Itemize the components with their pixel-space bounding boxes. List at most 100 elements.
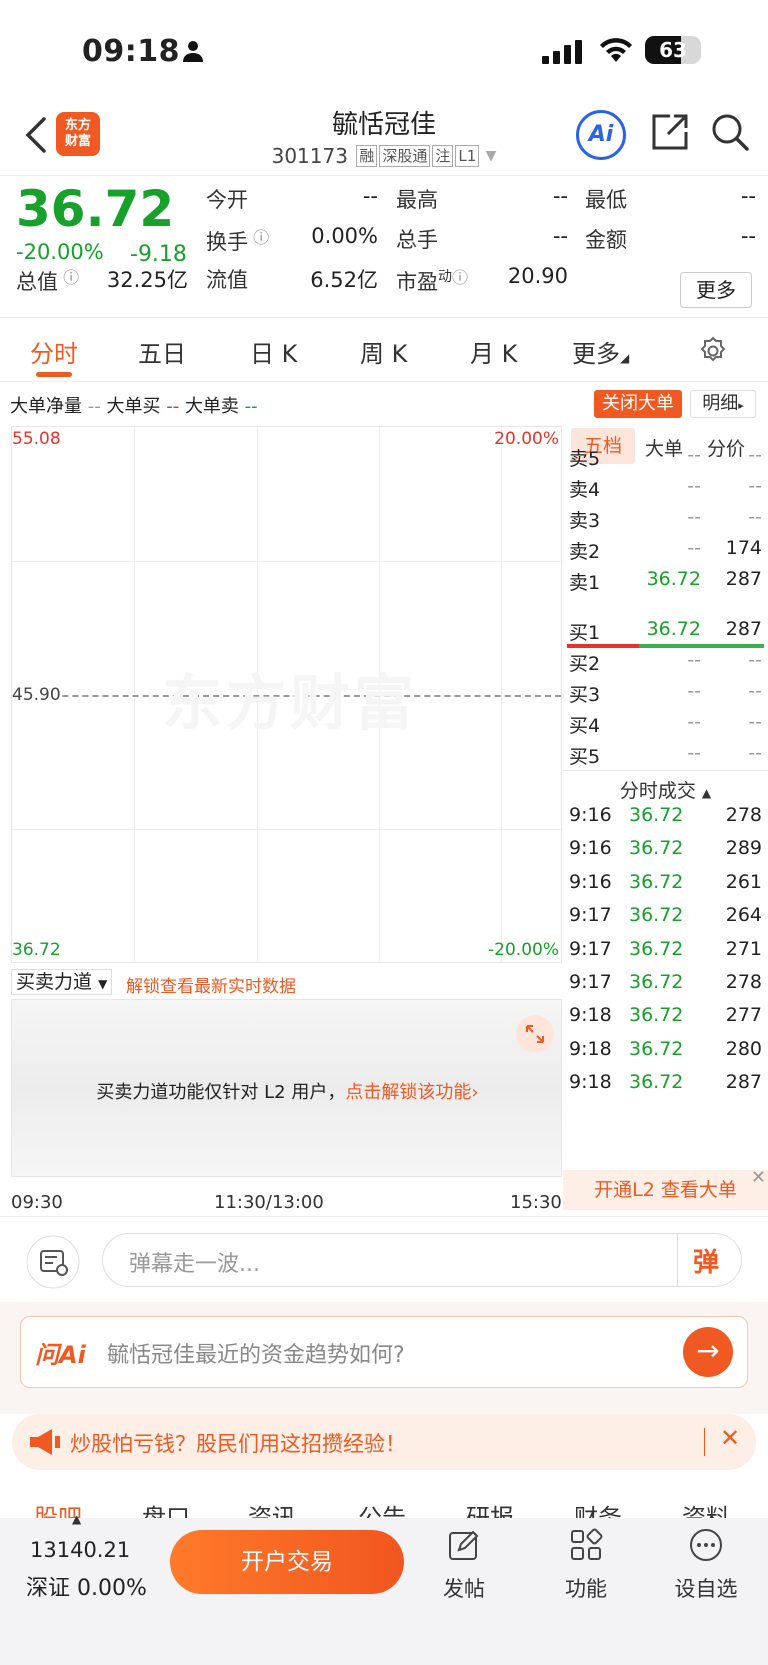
trade-price: 36.72 <box>629 804 684 826</box>
index-value[interactable]: 13140.21 <box>30 1538 130 1562</box>
level-volume: 287 <box>725 618 762 640</box>
buy-level-row[interactable]: 买1 36.72 287 <box>563 618 768 650</box>
close-icon[interactable]: ✕ <box>720 1424 740 1452</box>
trade-price: 36.72 <box>629 837 684 860</box>
barrage-input[interactable]: 弹幕走一波... 弹 <box>102 1233 742 1287</box>
more-dots-icon <box>690 1529 722 1561</box>
trade-price: 36.72 <box>629 904 684 927</box>
subtab-announcements[interactable]: 公告 <box>358 1498 406 1520</box>
trade-row: 9:18 36.72 277 <box>563 1004 768 1038</box>
sell-level-row[interactable]: 卖3 -- -- <box>563 506 768 538</box>
tab-intraday[interactable]: 分时 <box>30 334 78 369</box>
time-end: 15:30 <box>510 1192 562 1213</box>
label-amount: 金额 <box>585 228 627 252</box>
tab-weekly-k[interactable]: 周 K <box>360 334 407 369</box>
value-pe: 20.90 <box>507 264 568 288</box>
open-l2-banner[interactable]: 开通L2 查看大单 ✕ <box>563 1167 768 1210</box>
trade-volume: 280 <box>725 1037 762 1060</box>
unlock-link[interactable]: 点击解锁该功能 <box>345 1082 471 1103</box>
unlock-hint[interactable]: 解锁查看最新实时数据 <box>126 972 296 997</box>
trade-price: 36.72 <box>629 1004 684 1027</box>
indicator-selector[interactable]: 买卖力道 ▼ <box>11 969 113 995</box>
level-volume: -- <box>748 475 762 497</box>
subtab-news[interactable]: 资讯 <box>248 1498 296 1520</box>
grid-icon <box>571 1528 603 1560</box>
level-price: 36.72 <box>646 568 701 590</box>
locked-message: 买卖力道功能仅针对 L2 用户，点击解锁该功能› <box>96 1082 479 1103</box>
buy-level-row[interactable]: 买3 -- -- <box>563 680 768 712</box>
sell-level-row[interactable]: 卖2 -- 174 <box>563 537 768 569</box>
ask-ai-section: 问Ai 毓恬冠佳最近的资金趋势如何? → <box>0 1302 768 1414</box>
trade-price: 36.72 <box>629 1037 684 1060</box>
axis-top-pct: 20.00% <box>494 429 559 449</box>
megaphone-icon <box>30 1429 60 1455</box>
share-icon[interactable] <box>650 112 690 152</box>
level-price: -- <box>687 475 701 497</box>
content-tabs: 股吧 盘口 资讯 公告 研报 财务 资料 <box>0 1490 768 1520</box>
barrage-settings-icon[interactable] <box>26 1235 80 1289</box>
arrow-right-icon[interactable]: → <box>683 1327 733 1377</box>
tab-five-day[interactable]: 五日 <box>138 334 186 369</box>
barrage-toggle-button[interactable]: 弹 <box>693 1242 719 1279</box>
close-big-order-button[interactable]: 关闭大单 <box>594 390 682 418</box>
subtab-research[interactable]: 研报 <box>466 1498 514 1520</box>
level-volume: 174 <box>725 537 762 559</box>
caret-up-icon: ▲ <box>72 1512 82 1526</box>
trade-volume: 287 <box>725 1071 762 1094</box>
value-volume: -- <box>552 224 568 248</box>
buy-level-row[interactable]: 买2 -- -- <box>563 649 768 681</box>
close-icon[interactable]: ✕ <box>751 1158 766 1198</box>
tab-more[interactable]: 更多◢ <box>572 334 629 369</box>
label-low: 最低 <box>585 188 627 212</box>
search-icon[interactable] <box>710 112 750 152</box>
ask-ai-box[interactable]: 问Ai 毓恬冠佳最近的资金趋势如何? → <box>20 1316 748 1388</box>
function-button[interactable]: 功能 <box>546 1528 626 1603</box>
axis-top-price: 55.08 <box>12 429 61 449</box>
intraday-chart[interactable]: 东方财富 55.08 20.00% 45.90 36.72 -20.00% <box>11 426 562 963</box>
trade-row: 9:16 36.72 289 <box>563 837 768 871</box>
buy-sell-power-section: 买卖力道 ▼ 解锁查看最新实时数据 买卖力道功能仅针对 L2 用户，点击解锁该功… <box>11 963 562 1189</box>
promo-text: 炒股怕亏钱？股民们用这招攒经验！ <box>70 1432 406 1456</box>
level-volume: -- <box>748 680 762 702</box>
trade-time: 9:17 <box>569 971 612 993</box>
buy-level-row[interactable]: 买4 -- -- <box>563 711 768 743</box>
post-button[interactable]: 发帖 <box>424 1528 504 1603</box>
promo-banner[interactable]: 炒股怕亏钱？股民们用这招攒经验！ ✕ <box>12 1414 756 1470</box>
more-button[interactable]: 更多 <box>680 272 752 308</box>
add-watchlist-button[interactable]: 设自选 <box>666 1528 746 1603</box>
sell-level-row[interactable]: 卖4 -- -- <box>563 475 768 507</box>
tab-monthly-k[interactable]: 月 K <box>470 334 517 369</box>
ai-button[interactable]: Ai <box>576 110 626 160</box>
axis-bottom-price: 36.72 <box>12 940 61 960</box>
info-icon[interactable]: ⓘ <box>248 228 269 247</box>
open-account-trade-button[interactable]: 开户交易 <box>170 1530 404 1594</box>
index-summary[interactable]: 深证 0.00% <box>26 1570 147 1602</box>
detail-button[interactable]: 明细▸ <box>690 390 756 418</box>
settings-gear-icon[interactable] <box>698 336 728 366</box>
sell-level-row[interactable]: 卖1 36.72 287 <box>563 568 768 600</box>
level-label: 卖5 <box>569 448 601 470</box>
battery-level: 63 <box>659 38 687 62</box>
level-label: 买5 <box>569 746 601 768</box>
trades-title[interactable]: 分时成交 ▲ <box>563 776 768 803</box>
label-turnover: 换手 ⓘ <box>206 228 270 254</box>
subtab-profile[interactable]: 资料 <box>682 1498 730 1520</box>
sell-level-row[interactable]: 卖5 -- -- <box>563 444 768 476</box>
subtab-handicap[interactable]: 盘口 <box>142 1498 190 1520</box>
trade-price: 36.72 <box>629 937 684 960</box>
info-icon[interactable]: ⓘ <box>58 268 79 287</box>
trade-price: 36.72 <box>629 1071 684 1094</box>
expand-icon[interactable] <box>515 1014 555 1054</box>
status-time: 09:18 <box>82 34 180 69</box>
trade-volume: 278 <box>725 804 762 826</box>
info-icon[interactable]: ⓘ <box>452 268 468 287</box>
level-label: 买4 <box>569 715 601 737</box>
level-volume: 287 <box>725 568 762 590</box>
tab-daily-k[interactable]: 日 K <box>250 334 297 369</box>
axis-mid-price: 45.90 <box>12 685 61 705</box>
trade-volume: 277 <box>725 1004 762 1027</box>
level-price: -- <box>687 711 701 733</box>
subtab-finance[interactable]: 财务 <box>574 1498 622 1520</box>
trade-time: 9:16 <box>569 804 612 826</box>
trade-time: 9:18 <box>569 1071 612 1094</box>
